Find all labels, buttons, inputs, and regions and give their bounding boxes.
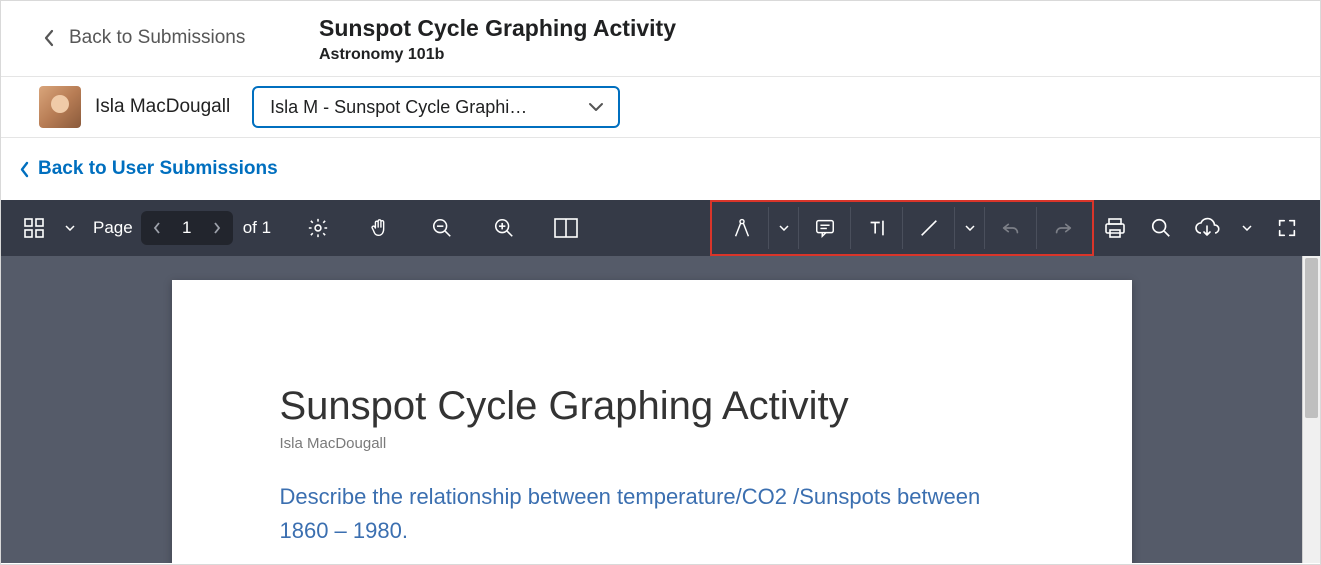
vertical-scrollbar[interactable] [1302, 256, 1320, 563]
measure-tool-dropdown[interactable] [768, 207, 798, 249]
document-title: Sunspot Cycle Graphing Activity [280, 384, 1020, 429]
back-to-user-submissions-label: Back to User Submissions [38, 158, 278, 180]
course-name: Astronomy 101b [319, 46, 676, 64]
gear-icon [307, 217, 329, 239]
view-mode-dropdown[interactable] [55, 207, 85, 249]
undo-button[interactable] [984, 207, 1036, 249]
search-icon [1150, 217, 1172, 239]
hand-icon [369, 217, 391, 239]
assignment-title: Sunspot Cycle Graphing Activity [319, 15, 676, 42]
text-tool-button[interactable] [850, 207, 902, 249]
user-row: Isla MacDougall Isla M - Sunspot Cycle G… [1, 77, 1320, 138]
chevron-down-icon [779, 225, 789, 231]
document-body: Describe the relationship between temper… [280, 480, 1020, 548]
chevron-down-icon [1242, 225, 1252, 231]
page-number-input[interactable] [169, 218, 205, 238]
text-cursor-icon [866, 217, 888, 239]
pan-tool-button[interactable] [359, 207, 401, 249]
compass-icon [731, 217, 753, 239]
document-author: Isla MacDougall [280, 435, 1020, 452]
undo-icon [1000, 217, 1022, 239]
back-to-submissions-label: Back to Submissions [69, 27, 245, 49]
cloud-download-icon [1194, 217, 1220, 239]
scrollbar-thumb[interactable] [1305, 258, 1318, 418]
view-mode-button[interactable] [13, 207, 55, 249]
line-icon [918, 217, 940, 239]
user-avatar[interactable] [39, 86, 81, 128]
zoom-in-icon [493, 217, 515, 239]
line-tool-button[interactable] [902, 207, 954, 249]
zoom-in-button[interactable] [483, 207, 525, 249]
search-button[interactable] [1140, 207, 1182, 249]
header: Back to Submissions Sunspot Cycle Graphi… [1, 1, 1320, 77]
grid-icon [24, 218, 44, 238]
chevron-down-icon [65, 225, 75, 231]
settings-button[interactable] [297, 207, 339, 249]
zoom-out-button[interactable] [421, 207, 463, 249]
prev-page-button[interactable] [145, 222, 169, 234]
chevron-left-icon [153, 222, 161, 234]
chevron-left-icon [19, 161, 30, 178]
pdf-toolbar: Page of 1 [1, 200, 1320, 256]
print-icon [1103, 216, 1127, 240]
zoom-out-icon [431, 217, 453, 239]
back-to-user-submissions-link[interactable]: Back to User Submissions [1, 138, 1320, 200]
next-page-button[interactable] [205, 222, 229, 234]
chevron-right-icon [213, 222, 221, 234]
download-button[interactable] [1186, 207, 1228, 249]
document-scroll-area[interactable]: Sunspot Cycle Graphing Activity Isla Mac… [1, 256, 1302, 563]
redo-icon [1052, 217, 1074, 239]
title-block: Sunspot Cycle Graphing Activity Astronom… [301, 1, 676, 76]
page-navigator [141, 211, 233, 245]
annotation-tools-group [710, 200, 1094, 256]
fullscreen-icon [1276, 217, 1298, 239]
selected-file-label: Isla M - Sunspot Cycle Graphi… [270, 97, 527, 118]
fullscreen-button[interactable] [1266, 207, 1308, 249]
user-name: Isla MacDougall [95, 96, 230, 118]
columns-icon [554, 218, 578, 238]
line-tool-dropdown[interactable] [954, 207, 984, 249]
chevron-down-icon [588, 102, 604, 112]
comment-tool-button[interactable] [798, 207, 850, 249]
download-dropdown[interactable] [1232, 207, 1262, 249]
toolbar-right [1094, 207, 1308, 249]
document-viewport: Sunspot Cycle Graphing Activity Isla Mac… [1, 256, 1320, 563]
redo-button[interactable] [1036, 207, 1088, 249]
back-to-submissions-link[interactable]: Back to Submissions [1, 1, 301, 49]
document-page: Sunspot Cycle Graphing Activity Isla Mac… [172, 280, 1132, 563]
submission-file-select[interactable]: Isla M - Sunspot Cycle Graphi… [252, 86, 620, 128]
chevron-down-icon [965, 225, 975, 231]
total-pages-label: of 1 [243, 218, 271, 238]
chevron-left-icon [43, 29, 55, 47]
print-button[interactable] [1094, 207, 1136, 249]
page-label: Page [93, 218, 133, 238]
page-layout-button[interactable] [545, 207, 587, 249]
measure-tool-button[interactable] [716, 207, 768, 249]
comment-icon [814, 217, 836, 239]
